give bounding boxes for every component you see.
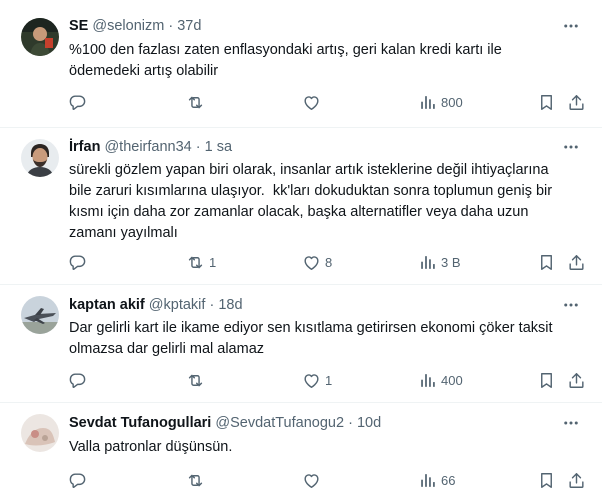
reply-button[interactable]	[68, 369, 91, 391]
reply-icon	[68, 93, 87, 112]
author-name[interactable]: İrfan	[69, 139, 100, 155]
share-button[interactable]	[567, 91, 586, 113]
share-icon	[567, 93, 586, 112]
avatar[interactable]	[21, 414, 59, 452]
avatar[interactable]	[21, 18, 59, 56]
share-button[interactable]	[567, 369, 586, 391]
reply-button[interactable]	[68, 469, 91, 491]
reply-icon	[68, 471, 87, 490]
heart-icon	[302, 93, 321, 112]
retweet-icon	[186, 253, 205, 272]
retweet-icon	[186, 93, 205, 112]
views-button[interactable]: 66	[418, 469, 455, 491]
retweet-icon	[186, 371, 205, 390]
retweet-count: 1	[209, 254, 217, 270]
views-count: 400	[441, 372, 463, 388]
action-bar: 1 400	[60, 369, 590, 391]
tweet[interactable]: Sevdat Tufanogullari @SevdatTufanogu2 · …	[0, 403, 602, 501]
more-options-icon[interactable]	[562, 414, 580, 432]
tweet-text: sürekli gözlem yapan biri olarak, insanl…	[69, 162, 553, 241]
avatar[interactable]	[21, 139, 59, 177]
timestamp[interactable]: 18d	[218, 297, 242, 313]
like-count: 8	[325, 254, 333, 270]
reply-button[interactable]	[68, 251, 91, 273]
views-chart-icon	[418, 471, 437, 490]
tweet[interactable]: İrfan @theirfann34 · 1 sa sürekli gözlem…	[0, 128, 602, 285]
bookmark-icon	[537, 471, 556, 490]
retweet-icon	[186, 471, 205, 490]
author-name[interactable]: Sevdat Tufanogullari	[69, 415, 211, 431]
author-name[interactable]: kaptan akif	[69, 297, 145, 313]
views-button[interactable]: 800	[418, 91, 463, 113]
reply-icon	[68, 371, 87, 390]
retweet-button[interactable]	[186, 91, 209, 113]
like-button[interactable]: 1	[302, 369, 332, 391]
bookmark-icon	[537, 371, 556, 390]
timestamp[interactable]: 10d	[357, 415, 381, 431]
heart-icon	[302, 253, 321, 272]
separator-dot: ·	[209, 297, 215, 313]
retweet-button[interactable]	[186, 469, 209, 491]
more-options-icon[interactable]	[562, 296, 580, 314]
action-bar: 800	[60, 91, 590, 113]
tweet[interactable]: kaptan akif @kptakif · 18d Dar gelirli k…	[0, 285, 602, 403]
tweet-text: Dar gelirli kart ile ikame ediyor sen kı…	[69, 320, 553, 357]
author-handle[interactable]: @SevdatTufanogu2	[215, 415, 344, 431]
separator-dot: ·	[348, 415, 353, 431]
like-button[interactable]: 8	[302, 251, 332, 273]
share-icon	[567, 471, 586, 490]
reply-button[interactable]	[68, 91, 91, 113]
bookmark-button[interactable]	[537, 369, 556, 391]
views-button[interactable]: 3 B	[418, 251, 461, 273]
tweet-text: Valla patronlar düşünsün.	[69, 439, 233, 455]
heart-icon	[302, 371, 321, 390]
timestamp[interactable]: 1 sa	[205, 139, 232, 155]
bookmark-icon	[537, 93, 556, 112]
views-chart-icon	[418, 93, 437, 112]
views-count: 800	[441, 94, 463, 110]
more-options-icon[interactable]	[562, 17, 580, 35]
author-handle[interactable]: @kptakif	[149, 297, 206, 313]
action-bar: 66	[60, 469, 590, 491]
bookmark-button[interactable]	[537, 91, 556, 113]
separator-dot: ·	[195, 139, 201, 155]
tweet-text: %100 den fazlası zaten enflasyondaki art…	[69, 42, 502, 79]
tweet[interactable]: SE @selonizm · 37d %100 den fazlası zate…	[0, 0, 602, 128]
views-chart-icon	[418, 253, 437, 272]
views-count: 3 B	[441, 254, 461, 270]
bookmark-icon	[537, 253, 556, 272]
share-icon	[567, 371, 586, 390]
bookmark-button[interactable]	[537, 251, 556, 273]
author-name[interactable]: SE	[69, 18, 88, 34]
like-count: 1	[325, 372, 333, 388]
timestamp[interactable]: 37d	[177, 18, 201, 34]
share-button[interactable]	[567, 469, 586, 491]
share-button[interactable]	[567, 251, 586, 273]
retweet-button[interactable]	[186, 369, 209, 391]
share-icon	[567, 253, 586, 272]
heart-icon	[302, 471, 321, 490]
action-bar: 1 8 3 B	[60, 251, 590, 273]
views-chart-icon	[418, 371, 437, 390]
author-handle[interactable]: @theirfann34	[104, 139, 191, 155]
more-options-icon[interactable]	[562, 138, 580, 156]
author-handle[interactable]: @selonizm	[92, 18, 164, 34]
views-count: 66	[441, 472, 456, 488]
retweet-button[interactable]: 1	[186, 251, 216, 273]
views-button[interactable]: 400	[418, 369, 463, 391]
like-button[interactable]	[302, 91, 325, 113]
separator-dot: ·	[168, 18, 174, 34]
like-button[interactable]	[302, 469, 325, 491]
avatar[interactable]	[21, 296, 59, 334]
reply-icon	[68, 253, 87, 272]
bookmark-button[interactable]	[537, 469, 556, 491]
